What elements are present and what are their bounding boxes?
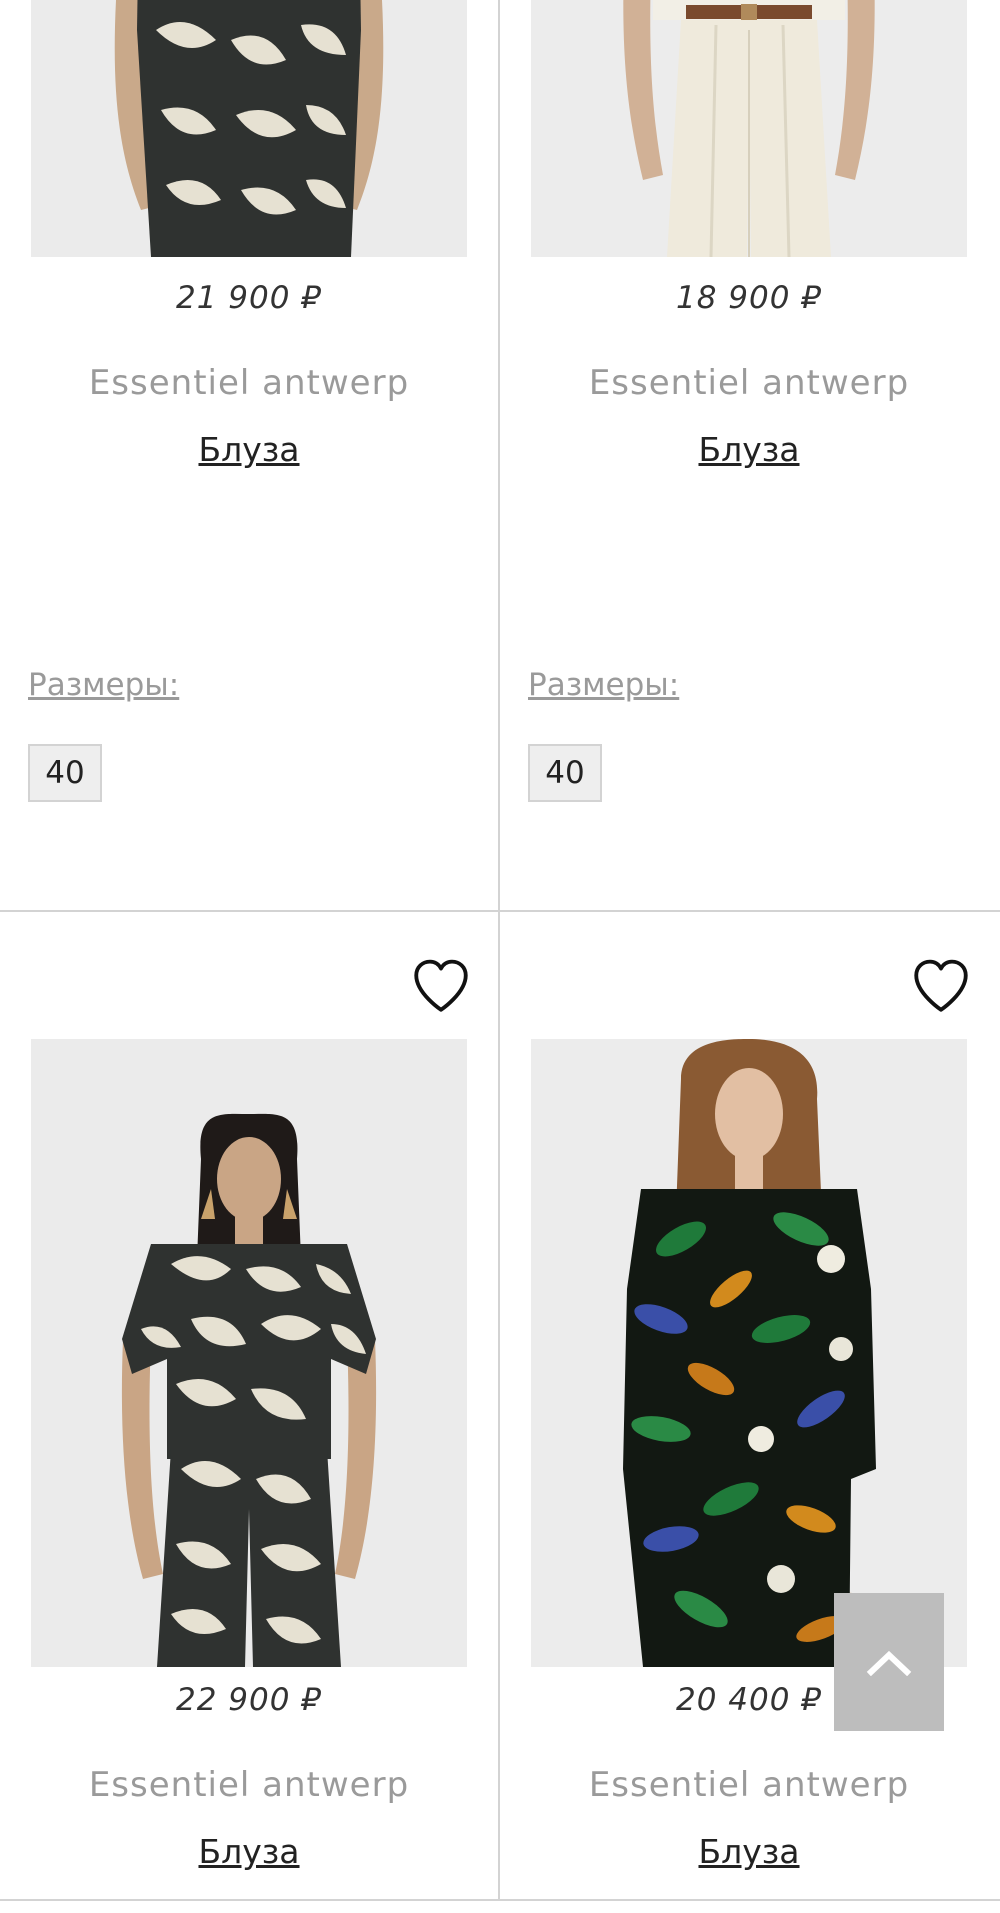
product-card[interactable]: 18 900 ₽ Essentiel antwerp Блуза Размеры… xyxy=(500,0,998,910)
patterned-blouse-image xyxy=(31,1039,467,1667)
product-name-link[interactable]: Блуза xyxy=(500,1832,998,1871)
cream-trousers-image xyxy=(531,0,967,257)
product-photo[interactable] xyxy=(31,0,467,257)
product-card[interactable]: 20 400 ₽ Essentiel antwerp Блуза xyxy=(500,912,998,1912)
product-name-link[interactable]: Блуза xyxy=(0,1832,498,1871)
product-brand[interactable]: Essentiel antwerp xyxy=(0,363,498,403)
scroll-to-top-button[interactable] xyxy=(834,1593,944,1731)
product-photo[interactable] xyxy=(31,1039,467,1667)
row-divider xyxy=(0,1899,1000,1901)
product-brand[interactable]: Essentiel antwerp xyxy=(0,1765,498,1805)
chevron-up-icon xyxy=(866,1650,912,1676)
product-price: 21 900 ₽ xyxy=(175,280,323,316)
size-option[interactable]: 40 xyxy=(28,744,102,802)
product-card[interactable]: 21 900 ₽ Essentiel antwerp Блуза Размеры… xyxy=(0,0,498,910)
product-card[interactable]: 22 900 ₽ Essentiel antwerp Блуза xyxy=(0,912,498,1912)
row-divider xyxy=(0,910,1000,912)
product-price: 22 900 ₽ xyxy=(175,1682,323,1718)
sizes-label[interactable]: Размеры: xyxy=(28,667,179,703)
product-name-link[interactable]: Блуза xyxy=(0,430,498,469)
product-brand[interactable]: Essentiel antwerp xyxy=(500,363,998,403)
product-brand[interactable]: Essentiel antwerp xyxy=(500,1765,998,1805)
column-divider xyxy=(498,0,500,1900)
size-option[interactable]: 40 xyxy=(528,744,602,802)
patterned-outfit-image xyxy=(31,0,467,257)
product-photo[interactable] xyxy=(531,1039,967,1667)
product-name-link[interactable]: Блуза xyxy=(500,430,998,469)
product-grid: 21 900 ₽ Essentiel antwerp Блуза Размеры… xyxy=(0,0,1000,1913)
product-price: 18 900 ₽ xyxy=(675,280,823,316)
heart-icon[interactable] xyxy=(908,952,974,1018)
floral-blouse-image xyxy=(531,1039,967,1667)
product-photo[interactable] xyxy=(531,0,967,257)
sizes-label[interactable]: Размеры: xyxy=(528,667,679,703)
heart-icon[interactable] xyxy=(408,952,474,1018)
